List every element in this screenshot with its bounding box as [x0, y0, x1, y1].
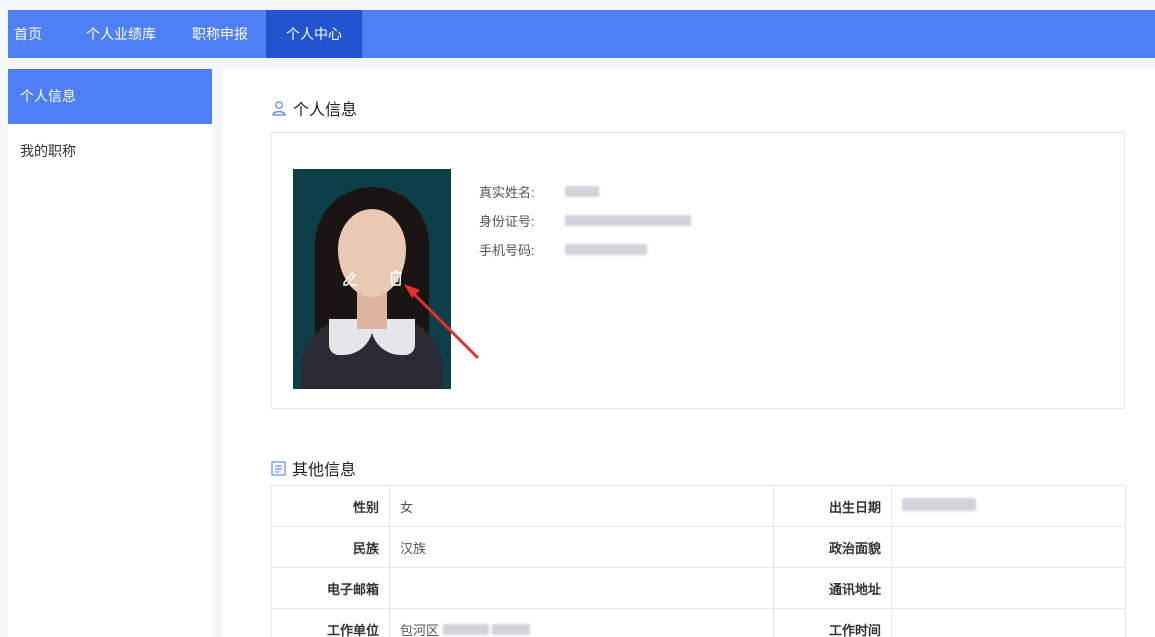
table-row: 性别 女 出生日期: [271, 485, 1126, 527]
section-title-text: 其他信息: [292, 462, 357, 479]
value-work-time: [891, 608, 1126, 637]
value-workplace: 包河区: [389, 608, 774, 637]
edit-icon[interactable]: [341, 269, 359, 292]
field-id-number: 身份证号:: [479, 206, 691, 235]
delete-icon[interactable]: [387, 269, 405, 292]
nav-item-title-application[interactable]: 职称申报: [174, 10, 266, 58]
photo-actions: [341, 269, 405, 291]
redacted-value: [565, 186, 599, 197]
page: 首页 个人业绩库 职称申报 个人中心 个人信息 我的职称 个人信息 真实姓名: …: [0, 0, 1155, 637]
field-label: 身份证号:: [479, 214, 535, 229]
user-icon: [271, 100, 287, 116]
sidebar-item-my-titles[interactable]: 我的职称: [8, 124, 212, 179]
redacted-value: [902, 498, 976, 511]
value-ethnicity: 汉族: [389, 526, 774, 568]
profile-photo: [293, 169, 451, 389]
sidebar-item-personal-info[interactable]: 个人信息: [8, 69, 212, 124]
redacted-value: [565, 244, 647, 255]
label-ethnicity: 民族: [271, 526, 390, 568]
sidebar: 个人信息 我的职称: [8, 69, 212, 637]
main-panel: 个人信息 真实姓名: 身份证号: 手机号码: 其他信息 性别 女 出生日期 民族…: [222, 69, 1155, 637]
field-real-name: 真实姓名:: [479, 177, 691, 206]
section-title-text: 个人信息: [293, 102, 358, 119]
value-gender: 女: [389, 485, 774, 527]
redacted-value: [442, 623, 489, 635]
value-address: [891, 567, 1126, 609]
label-birth-date: 出生日期: [773, 485, 892, 527]
value-email: [389, 567, 774, 609]
profile-fields: 真实姓名: 身份证号: 手机号码:: [479, 177, 691, 264]
table-row: 民族 汉族 政治面貌: [271, 526, 1126, 568]
label-gender: 性别: [271, 485, 390, 527]
profile-card: 真实姓名: 身份证号: 手机号码:: [271, 132, 1125, 409]
nav-item-home[interactable]: 首页: [8, 10, 68, 58]
other-info-table: 性别 女 出生日期 民族 汉族 政治面貌 电子邮箱 通讯地址 工作单位 包河区: [271, 485, 1126, 637]
workplace-text: 包河区: [400, 622, 440, 637]
field-label: 真实姓名:: [479, 185, 535, 200]
top-nav: 首页 个人业绩库 职称申报 个人中心: [8, 10, 1155, 58]
other-section-title: 其他信息: [271, 456, 356, 480]
label-email: 电子邮箱: [271, 567, 390, 609]
label-political-status: 政治面貌: [773, 526, 892, 568]
label-address: 通讯地址: [773, 567, 892, 609]
value-political-status: [891, 526, 1126, 568]
document-icon: [271, 460, 286, 476]
label-work-time: 工作时间: [773, 608, 892, 637]
field-label: 手机号码:: [479, 243, 535, 258]
field-phone: 手机号码:: [479, 235, 691, 264]
value-birth-date: [891, 485, 1126, 527]
table-row: 电子邮箱 通讯地址: [271, 567, 1126, 609]
redacted-value: [492, 623, 531, 635]
nav-item-performance[interactable]: 个人业绩库: [68, 10, 174, 58]
nav-item-personal-center[interactable]: 个人中心: [266, 10, 362, 58]
redacted-value: [565, 215, 691, 226]
profile-section-title: 个人信息: [271, 96, 357, 120]
label-workplace: 工作单位: [271, 608, 390, 637]
table-row: 工作单位 包河区 工作时间: [271, 608, 1126, 637]
